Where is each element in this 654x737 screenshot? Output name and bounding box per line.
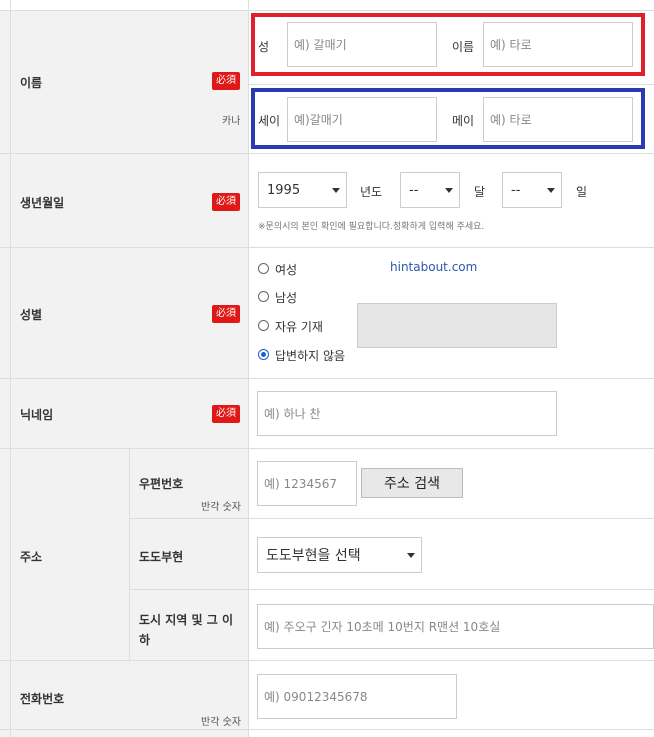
kana-sublabel: 카나 (222, 116, 241, 127)
column-divider (129, 448, 130, 661)
gender-radio-female[interactable] (258, 263, 269, 274)
kana-sei-input[interactable]: 예)갈매기 (287, 97, 437, 142)
day-unit: 일 (576, 185, 588, 199)
nickname-label: 닉네임 (20, 408, 54, 422)
gender-radio-free[interactable] (258, 320, 269, 331)
column-divider (248, 0, 249, 737)
chevron-down-icon (445, 188, 453, 193)
gender-radio-male[interactable] (258, 291, 269, 302)
row-divider (0, 660, 654, 661)
watermark-text: hintabout.com (390, 260, 478, 274)
gender-radio-no-answer[interactable] (258, 349, 269, 360)
row-divider (0, 729, 654, 730)
name-label: 이름 (20, 76, 43, 90)
month-unit: 달 (474, 185, 486, 199)
birth-year-value: 1995 (267, 182, 301, 198)
kana-sei-label: 세이 (258, 114, 281, 128)
row-divider (0, 10, 654, 11)
row-divider (0, 378, 654, 379)
required-badge: 必須 (212, 193, 240, 211)
chevron-down-icon (332, 188, 340, 193)
year-unit: 년도 (360, 185, 383, 199)
required-badge: 必須 (212, 72, 240, 90)
name-split-divider (248, 84, 654, 85)
address-search-button[interactable]: 주소 검색 (361, 468, 463, 498)
row-divider (0, 247, 654, 248)
city-input[interactable]: 예) 주오구 긴자 10초메 10번지 R맨션 10호실 (257, 604, 654, 649)
nickname-input[interactable]: 예) 하나 찬 (257, 391, 557, 436)
required-badge: 必須 (212, 405, 240, 423)
birth-year-select[interactable]: 1995 (258, 172, 347, 208)
postal-input[interactable]: 예) 1234567 (257, 461, 357, 506)
mei-label: 이름 (452, 40, 475, 54)
chevron-down-icon (547, 188, 555, 193)
gender-option-label: 남성 (275, 291, 298, 305)
sei-input[interactable]: 예) 갈매기 (287, 22, 437, 67)
birth-day-value: -- (511, 182, 521, 198)
phone-label: 전화번호 (20, 692, 65, 706)
mei-input[interactable]: 예) 타로 (483, 22, 633, 67)
address-label: 주소 (20, 550, 43, 564)
prefecture-value: 도도부현을 선택 (266, 548, 361, 564)
kana-mei-label: 메이 (452, 114, 475, 128)
sub-row-divider (130, 518, 654, 519)
kana-mei-input[interactable]: 예) 타로 (483, 97, 633, 142)
sub-row-divider (130, 589, 654, 590)
postal-label: 우편번호 (139, 477, 184, 491)
phone-input[interactable]: 예) 09012345678 (257, 674, 457, 719)
sei-label: 성 (258, 40, 270, 54)
postal-sublabel: 반각 숫자 (201, 502, 241, 513)
city-label: 도시 지역 및 그 이하 (139, 613, 233, 647)
birth-day-select[interactable]: -- (502, 172, 562, 208)
prefecture-select[interactable]: 도도부현을 선택 (257, 537, 422, 573)
birth-label: 생년월일 (20, 196, 65, 210)
row-divider (0, 448, 654, 449)
birth-month-value: -- (409, 182, 419, 198)
prefecture-label: 도도부현 (139, 550, 184, 564)
gender-free-text-input[interactable] (357, 303, 557, 348)
birth-month-select[interactable]: -- (400, 172, 460, 208)
column-divider (10, 0, 11, 737)
gender-option-label: 여성 (275, 263, 298, 277)
gender-option-label: 자유 기재 (275, 320, 323, 334)
required-badge: 必須 (212, 305, 240, 323)
birth-note: ※문의시의 본인 확인에 필요합니다.정확하게 입력해 주세요. (258, 222, 485, 232)
row-divider (0, 153, 654, 154)
gender-option-label: 답변하지 않음 (275, 349, 346, 363)
phone-sublabel: 반각 숫자 (201, 717, 241, 728)
gender-label: 성별 (20, 308, 43, 322)
chevron-down-icon (407, 553, 415, 558)
